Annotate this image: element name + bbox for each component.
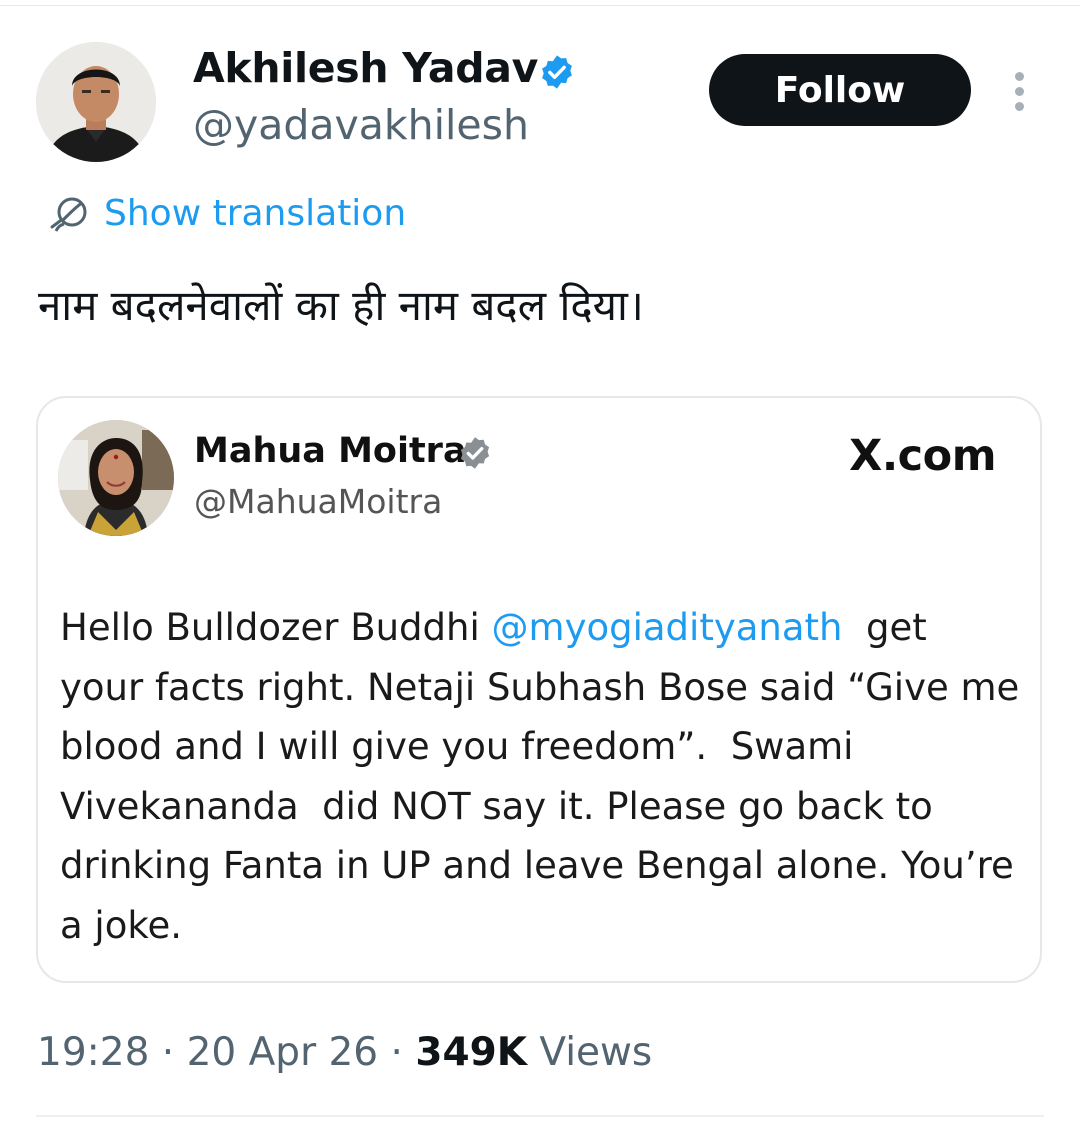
author-handle[interactable]: @yadavakhilesh — [193, 101, 529, 149]
mention-link[interactable]: @myogiadityanath — [492, 606, 843, 649]
quoted-author-avatar-image — [58, 420, 174, 536]
follow-button[interactable]: Follow — [709, 54, 971, 126]
quoted-text-part: get your facts right. Netaji Subhash Bos… — [60, 606, 1032, 947]
quoted-post-text: Hello Bulldozer Buddhi @myogiadityanath … — [60, 598, 1020, 955]
show-translation-label: Show translation — [104, 192, 407, 234]
author-display-name[interactable]: Akhilesh Yadav — [193, 44, 538, 92]
quoted-source-label: X.com — [849, 431, 996, 481]
more-vertical-icon[interactable] — [1005, 66, 1035, 116]
post-time[interactable]: 19:28 — [37, 1030, 149, 1075]
show-translation-link[interactable]: Show translation — [48, 188, 406, 238]
author-avatar-image — [36, 42, 156, 162]
verified-badge-icon — [542, 55, 572, 89]
quoted-author-handle: @MahuaMoitra — [194, 482, 443, 521]
verified-badge-icon — [460, 437, 490, 469]
quoted-text-part: Hello Bulldozer Buddhi — [60, 606, 492, 649]
author-avatar[interactable] — [36, 42, 156, 162]
views-count: 349K — [415, 1030, 527, 1075]
meta-separator: · — [378, 1030, 416, 1075]
bottom-divider — [36, 1115, 1044, 1117]
meta-separator: · — [149, 1030, 187, 1075]
views-label: Views — [526, 1030, 653, 1075]
post-date[interactable]: 20 Apr 26 — [187, 1030, 379, 1075]
tweet-text: नाम बदलनेवालों का ही नाम बदल दिया। — [38, 281, 644, 330]
quoted-post-card[interactable]: Mahua Moitra @MahuaMoitra X.com Hello Bu… — [36, 396, 1042, 983]
quoted-author-avatar — [58, 420, 174, 536]
translate-globe-icon — [50, 197, 87, 232]
quoted-author-name: Mahua Moitra — [194, 431, 467, 471]
post-meta: 19:28 · 20 Apr 26 · 349K Views — [37, 1030, 652, 1075]
top-divider — [0, 5, 1080, 6]
